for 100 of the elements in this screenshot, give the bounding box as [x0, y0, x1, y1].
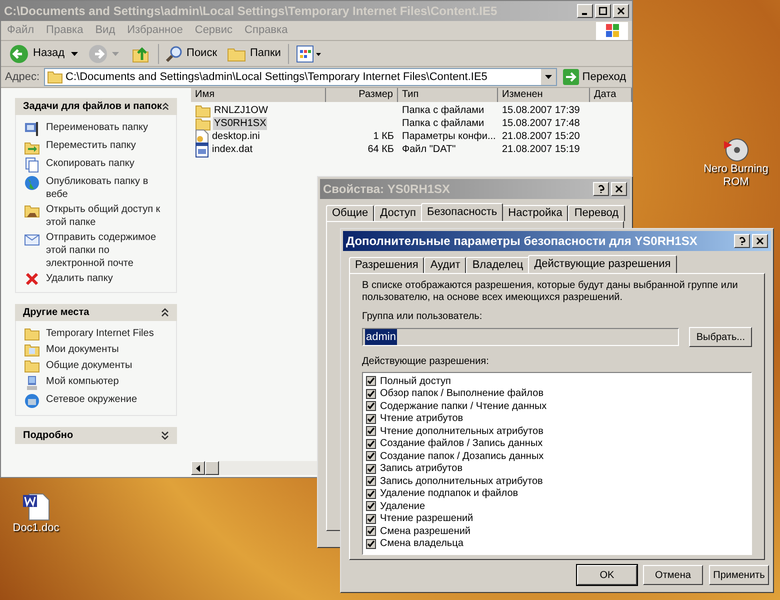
file-type: Файл "DAT": [402, 144, 456, 155]
column-header[interactable]: Дата: [590, 88, 632, 102]
task-link[interactable]: Temporary Internet Files: [46, 327, 154, 340]
file-size: 1 КБ: [373, 131, 394, 142]
checkbox[interactable]: [366, 526, 376, 536]
close-icon: [615, 185, 623, 193]
task-link[interactable]: Открыть общий доступ к этой папке: [46, 203, 168, 229]
collapse-icon[interactable]: [161, 308, 169, 317]
data-file-icon: [195, 142, 209, 158]
file-name[interactable]: YS0RH1SX: [213, 117, 268, 130]
permission-label: Смена владельца: [380, 537, 464, 552]
task-link[interactable]: Переименовать папку: [46, 121, 148, 134]
task-pane-header[interactable]: Другие места: [15, 304, 177, 321]
tab[interactable]: Общие: [326, 205, 374, 221]
desktop-icon-label[interactable]: Nero Burning ROM: [696, 163, 776, 189]
permission-label: Полный доступ: [380, 374, 451, 388]
tab[interactable]: Доступ: [374, 205, 422, 221]
task-link[interactable]: Переместить папку: [46, 139, 136, 152]
permission-label: Запись атрибутов: [380, 462, 463, 476]
file-name[interactable]: desktop.ini: [211, 130, 261, 143]
collapse-icon[interactable]: [162, 102, 169, 111]
maximize-button[interactable]: [595, 4, 611, 18]
dialog-button[interactable]: OK: [577, 565, 637, 585]
network-icon: [24, 393, 40, 409]
close-button[interactable]: [611, 182, 627, 196]
column-header[interactable]: Изменен: [498, 88, 590, 102]
checkbox[interactable]: [366, 501, 376, 512]
globe-icon: [24, 175, 40, 191]
shared-folder-icon: [24, 203, 40, 219]
task-link[interactable]: Скопировать папку: [46, 157, 134, 170]
tab[interactable]: Безопасность: [420, 203, 504, 221]
minimize-button[interactable]: [577, 4, 593, 18]
go-button[interactable]: Переход: [561, 68, 628, 86]
help-button[interactable]: [734, 234, 750, 248]
maximize-icon: [599, 7, 607, 15]
permission-label: Запись дополнительных атрибутов: [380, 474, 543, 488]
window-title: Свойства: YS0RH1SX: [323, 181, 452, 198]
dialog-button[interactable]: Отмена: [643, 565, 703, 585]
document-icon: [21, 492, 51, 522]
dialog-button[interactable]: Применить: [709, 565, 769, 585]
question-mark-icon: [738, 237, 746, 245]
tab[interactable]: Владелец: [466, 257, 530, 273]
checkbox[interactable]: [366, 488, 376, 499]
tab[interactable]: Аудит: [424, 257, 466, 273]
permissions-label: Действующие разрешения:: [362, 355, 490, 369]
go-arrow-icon: [563, 69, 580, 85]
folder-icon: [227, 46, 248, 62]
checkbox[interactable]: [366, 401, 376, 412]
windows-logo-icon: [596, 22, 628, 40]
checkbox[interactable]: [366, 451, 376, 462]
scroll-left-icon[interactable]: [196, 464, 200, 472]
back-button[interactable]: Назад: [7, 44, 67, 64]
task-link[interactable]: Отправить содержимое этой папки по электронной почте: [46, 231, 168, 270]
tab[interactable]: Перевод: [568, 205, 625, 221]
checkbox[interactable]: [366, 476, 376, 486]
folders-button[interactable]: Папки: [227, 45, 281, 62]
checkbox[interactable]: [366, 514, 376, 524]
search-button[interactable]: Поиск: [166, 44, 218, 62]
address-field[interactable]: C:\Documents and Settings\admin\Local Settings\Temporary Internet Files\Content.IE5: [44, 68, 558, 86]
file-name[interactable]: RNLZJ1OW: [213, 104, 269, 117]
dropdown-arrow-icon[interactable]: [70, 52, 78, 56]
expand-icon[interactable]: [161, 431, 169, 440]
task-pane-header[interactable]: Подробно: [15, 427, 177, 444]
checkbox[interactable]: [366, 388, 376, 399]
file-name[interactable]: index.dat: [211, 143, 254, 156]
permission-label: Чтение разрешений: [380, 512, 474, 526]
window-title: Дополнительные параметры безопасности для YS0RH1SX: [346, 233, 698, 250]
task-link[interactable]: Сетевое окружение: [46, 393, 138, 406]
scrollbar-thumb[interactable]: [205, 461, 219, 475]
description-text: В списке отображаются разрешения, которые будут даны выбранной группе или пользователю, на основе всех имеющихся разрешений.: [362, 280, 739, 304]
column-header[interactable]: Размер: [326, 88, 398, 102]
tab[interactable]: Действующие разрешения: [528, 255, 677, 273]
user-field[interactable]: admin: [362, 328, 680, 346]
search-icon: [166, 44, 184, 62]
dropdown-arrow-icon[interactable]: [545, 75, 552, 79]
file-type: Параметры конфи...: [402, 131, 496, 142]
help-button[interactable]: [593, 182, 609, 196]
checkbox[interactable]: [366, 376, 376, 386]
close-button[interactable]: [752, 234, 768, 248]
close-button[interactable]: [613, 4, 629, 18]
close-icon: [617, 7, 625, 15]
checkbox[interactable]: [366, 426, 376, 436]
column-header[interactable]: Имя: [191, 88, 326, 102]
task-link[interactable]: Мой компьютер: [46, 375, 119, 388]
permission-label: Удаление подпапок и файлов: [380, 487, 518, 502]
task-link[interactable]: Мои документы: [46, 343, 119, 356]
select-button[interactable]: Выбрать...: [689, 327, 752, 347]
tab[interactable]: Настройка: [502, 205, 568, 221]
checkbox[interactable]: [366, 464, 376, 474]
column-header[interactable]: Тип: [398, 88, 498, 102]
views-icon[interactable]: [296, 44, 322, 62]
checkbox[interactable]: [366, 438, 376, 449]
task-link[interactable]: Удалить папку: [46, 272, 113, 285]
task-link[interactable]: Опубликовать папку в вебе: [46, 175, 168, 201]
desktop-icon-label[interactable]: Doc1.doc: [12, 522, 60, 535]
task-link[interactable]: Общие документы: [46, 359, 132, 372]
task-pane-header[interactable]: Задачи для файлов и папок: [15, 98, 177, 115]
tab[interactable]: Разрешения: [349, 257, 424, 273]
checkbox[interactable]: [366, 414, 376, 424]
checkbox[interactable]: [366, 538, 376, 549]
